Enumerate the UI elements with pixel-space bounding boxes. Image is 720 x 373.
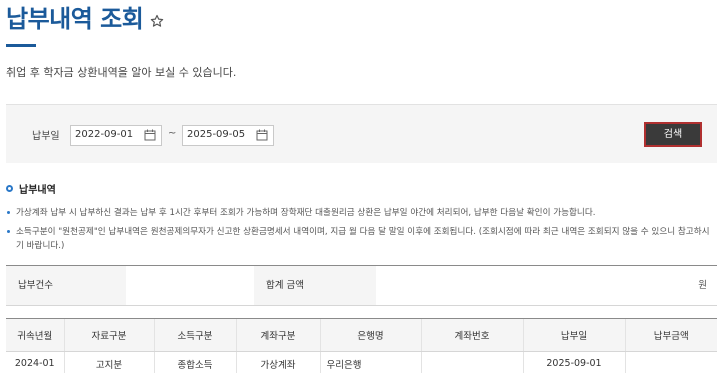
table-cell: 2025-09-01 (522, 351, 625, 373)
payment-count-value (126, 266, 254, 305)
payment-count-label: 납부건수 (6, 266, 126, 305)
date-label: 납부일 (32, 131, 60, 142)
table-cell: 종합소득 (153, 351, 236, 373)
section-title-label: 납부내역 (19, 185, 56, 196)
column-header: 계좌구분 (235, 318, 320, 352)
column-header: 소득구분 (153, 318, 236, 352)
summary-table: 납부건수 합계 금액 원 (6, 265, 717, 306)
column-header: 귀속년월 (6, 318, 64, 352)
total-amount-label: 합계 금액 (254, 266, 376, 305)
end-date-input[interactable]: 2025-09-05 (182, 125, 274, 146)
table-header-row: 귀속년월 자료구분 소득구분 계좌구분 은행명 계좌번호 납부일 납부금액 (6, 318, 717, 352)
search-button[interactable]: 검색 (644, 122, 702, 147)
table-cell (420, 351, 523, 373)
column-header: 은행명 (319, 318, 421, 352)
notice-item: 소득구분이 "원천공제"인 납부내역은 원천공제의무자가 신고한 상환금명세서 … (6, 225, 714, 253)
star-icon[interactable] (150, 14, 164, 28)
start-date-input[interactable]: 2022-09-01 (70, 125, 162, 146)
page-title: 납부내역 조회 (6, 5, 144, 33)
table-row: 2024-01 고지분 종합소득 가상계좌 우리은행 2025-09-01 (6, 351, 717, 373)
page-title-area: 납부내역 조회 (6, 4, 164, 34)
column-header: 계좌번호 (420, 318, 523, 352)
column-header: 자료구분 (63, 318, 154, 352)
end-date-value: 2025-09-05 (187, 129, 246, 140)
page-description: 취업 후 학자금 상환내역을 알아 보실 수 있습니다. (6, 66, 237, 79)
date-separator: ~ (168, 128, 177, 139)
total-amount-value (376, 266, 676, 305)
notice-item: 가상계좌 납부 시 납부하신 결과는 납부 후 1시간 후부터 조회가 가능하며… (6, 206, 714, 220)
table-cell: 우리은행 (319, 351, 421, 373)
currency-unit: 원 (698, 280, 707, 291)
payment-table: 귀속년월 자료구분 소득구분 계좌구분 은행명 계좌번호 납부일 납부금액 20… (6, 318, 717, 373)
calendar-icon[interactable] (256, 129, 268, 141)
ring-bullet-icon (6, 185, 13, 192)
notice-list: 가상계좌 납부 시 납부하신 결과는 납부 후 1시간 후부터 조회가 가능하며… (6, 206, 714, 258)
title-underline (6, 44, 36, 47)
table-cell (624, 351, 717, 373)
section-title: 납부내역 (6, 181, 56, 196)
column-header: 납부일 (522, 318, 625, 352)
table-cell: 가상계좌 (235, 351, 320, 373)
calendar-icon[interactable] (144, 129, 156, 141)
search-panel: 납부일 2022-09-01 ~ 2025-09-05 검색 (6, 104, 717, 163)
table-cell: 고지분 (63, 351, 154, 373)
table-cell: 2024-01 (6, 351, 64, 373)
start-date-value: 2022-09-01 (75, 129, 134, 140)
column-header: 납부금액 (624, 318, 717, 352)
